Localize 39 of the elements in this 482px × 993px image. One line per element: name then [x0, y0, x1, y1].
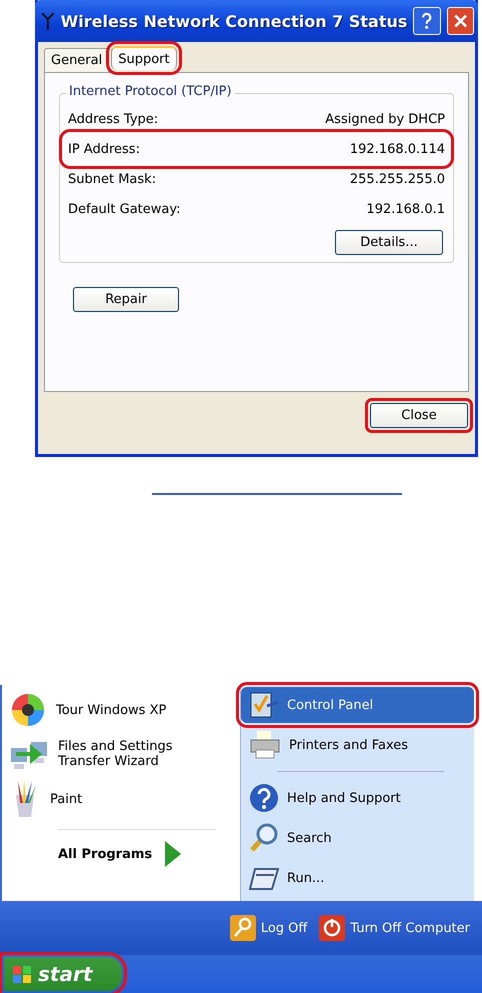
help-icon [249, 783, 279, 813]
power-icon [319, 915, 346, 941]
menu-item[interactable]: Control Panel [241, 687, 474, 723]
close-button[interactable] [446, 7, 474, 35]
field-label: Address Type: [68, 112, 158, 126]
group-title: Internet Protocol (TCP/IP) [66, 84, 235, 99]
key-icon [230, 915, 256, 941]
field-value: 192.168.0.114 [350, 142, 445, 156]
antenna-icon [41, 12, 55, 30]
field-label: Subnet Mask: [68, 172, 156, 186]
field-label: Default Gateway: [68, 202, 180, 216]
menu-item[interactable]: Tour Windows XP [56, 702, 166, 718]
field-label: IP Address: [68, 142, 140, 156]
menu-item[interactable]: Paint [50, 792, 82, 806]
windows-logo-icon [12, 964, 32, 984]
menu-item[interactable]: Files and Settings Transfer Wizard [58, 739, 228, 769]
menu-item[interactable]: Printers and Faxes [241, 727, 474, 763]
field-value: 255.255.255.0 [350, 172, 445, 186]
turn-off-button[interactable]: Turn Off Computer [350, 920, 470, 936]
globe-icon [10, 692, 46, 728]
details-button[interactable]: Details... [335, 230, 443, 255]
repair-button[interactable]: Repair [73, 287, 179, 312]
menu-item[interactable]: Run... [241, 860, 474, 896]
tab[interactable]: General [44, 48, 110, 72]
printer-icon [249, 730, 281, 760]
control-panel-icon [249, 690, 279, 720]
run-window-icon [249, 865, 279, 891]
arrow-icon [164, 840, 182, 868]
window-title: Wireless Network Connection 7 Status [60, 12, 408, 30]
search-icon [249, 823, 279, 853]
log-off-button[interactable]: Log Off [260, 920, 308, 936]
field-value: Assigned by DHCP [325, 112, 445, 126]
help-button[interactable] [413, 7, 441, 35]
menu-item[interactable]: Search [241, 820, 474, 856]
field-value: 192.168.0.1 [366, 202, 445, 216]
menu-item[interactable]: Help and Support [241, 780, 474, 816]
start-button[interactable]: start [4, 957, 122, 991]
all-programs-link[interactable]: All Programs [58, 846, 152, 862]
close-button[interactable]: Close [370, 403, 468, 428]
